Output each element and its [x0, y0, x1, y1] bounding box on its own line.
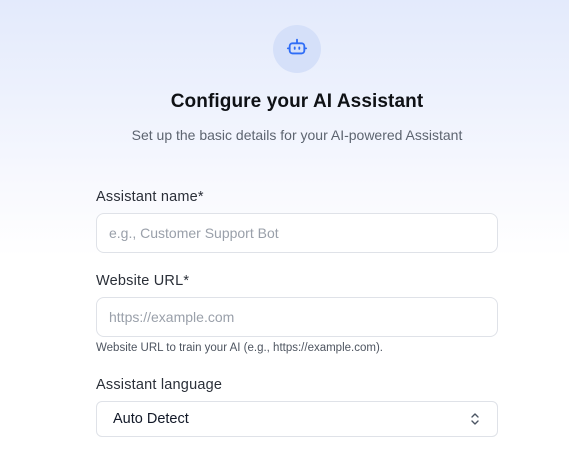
website-url-help-text: Website URL to train your AI (e.g., http…: [96, 342, 383, 354]
header-icon-badge: [273, 25, 321, 73]
page-title: Configure your AI Assistant: [170, 91, 424, 112]
assistant-name-label: Assistant name*: [96, 189, 204, 205]
assistant-language-value: Auto Detect: [113, 411, 189, 427]
assistant-language-select[interactable]: Auto Detect: [96, 401, 498, 437]
page-subtitle: Set up the basic details for your AI-pow…: [131, 127, 463, 143]
website-url-input[interactable]: [96, 297, 498, 337]
chevron-updown-icon: [469, 412, 481, 426]
website-url-label: Website URL*: [96, 273, 190, 289]
assistant-language-label: Assistant language: [96, 377, 223, 393]
bot-icon: [286, 36, 308, 63]
assistant-name-input[interactable]: [96, 213, 498, 253]
